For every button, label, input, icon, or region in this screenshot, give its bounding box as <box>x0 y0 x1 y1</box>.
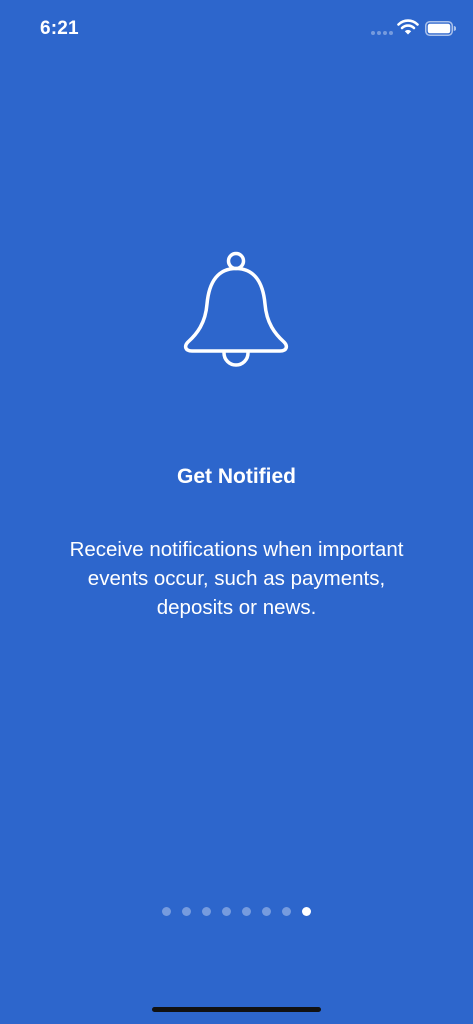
onboarding-description: Receive notifications when important eve… <box>69 538 404 619</box>
onboarding-screen: 6:21 Get Notified Receive notifications … <box>0 0 473 1024</box>
onboarding-title: Get Notified <box>177 465 296 488</box>
battery-icon <box>425 21 456 36</box>
wifi-icon <box>397 19 419 35</box>
page-indicator[interactable] <box>0 907 473 917</box>
page-dot[interactable] <box>162 907 171 916</box>
status-bar: 6:21 <box>0 0 473 58</box>
page-dot[interactable] <box>202 907 211 916</box>
status-time: 6:21 <box>40 18 79 39</box>
page-dot[interactable] <box>262 907 271 916</box>
home-indicator[interactable] <box>152 1007 321 1012</box>
page-dot[interactable] <box>182 907 191 916</box>
page-dot-active[interactable] <box>302 907 311 916</box>
page-dot[interactable] <box>242 907 251 916</box>
cellular-signal-icon <box>371 31 393 37</box>
page-dot[interactable] <box>222 907 231 916</box>
bell-icon <box>183 251 289 367</box>
page-dot[interactable] <box>282 907 291 916</box>
